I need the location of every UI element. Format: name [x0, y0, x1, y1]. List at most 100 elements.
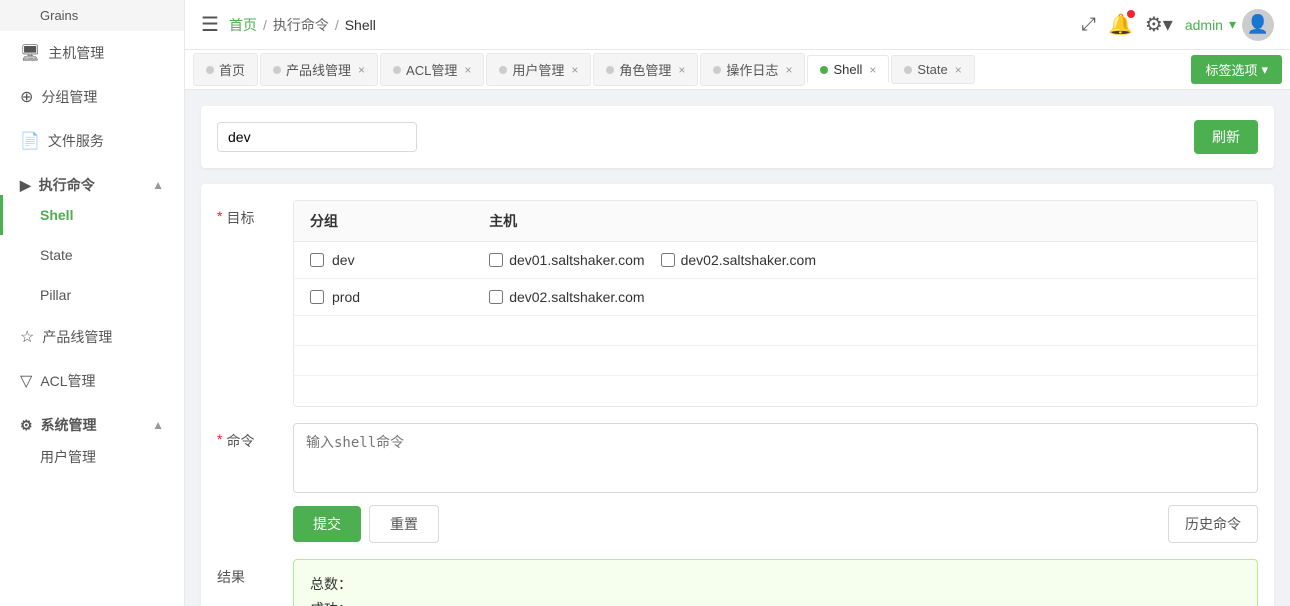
notification-icon[interactable]: 🔔 [1108, 12, 1133, 37]
tab-close-shell[interactable]: × [869, 63, 876, 77]
sidebar: Grains 🖥 主机管理 ⊕ 分组管理 📄 文件服务 ▶ 执行命令 ▲ She… [0, 0, 185, 606]
sidebar-item-sys-mgmt[interactable]: ⚙ 系统管理 ▲ [0, 403, 184, 435]
user-dropdown-icon: ▾ [1229, 16, 1236, 33]
command-input[interactable] [293, 423, 1258, 493]
notification-dot [1127, 10, 1135, 18]
empty-cell-5 [294, 376, 473, 406]
exec-cmd-icon: ▶ [20, 177, 31, 194]
sidebar-sub-exec: Shell State Pillar [0, 195, 184, 315]
main-area: ☰ 首页 / 执行命令 / Shell ⤢ 🔔 ⚙▾ admin ▾ 👤 [185, 0, 1290, 606]
tabs-bar: 首页 产品线管理 × ACL管理 × 用户管理 × 角色管理 × 操作日志 × [185, 50, 1290, 90]
tab-dot-shell [820, 66, 828, 74]
tab-oplog[interactable]: 操作日志 × [700, 53, 805, 86]
submit-button[interactable]: 提交 [293, 506, 361, 542]
results-total: 总数： [310, 572, 1241, 597]
table-row-empty-2 [294, 346, 1257, 376]
refresh-button[interactable]: 刷新 [1194, 120, 1258, 154]
sidebar-item-host-mgmt[interactable]: 🖥 主机管理 [0, 31, 184, 75]
sidebar-item-exec-cmd[interactable]: ▶ 执行命令 ▲ [0, 163, 184, 195]
command-section: * 命令 [217, 423, 1258, 493]
username-label: admin [1185, 17, 1223, 33]
tab-user[interactable]: 用户管理 × [486, 53, 591, 86]
empty-cell-6 [473, 376, 1257, 406]
sidebar-item-product-mgmt[interactable]: ☆ 产品线管理 [0, 315, 184, 359]
tags-dropdown-icon: ▾ [1261, 62, 1268, 78]
breadcrumb-current: Shell [345, 17, 376, 33]
required-star-cmd: * [217, 431, 222, 447]
tab-dot-user [499, 66, 507, 74]
fullscreen-icon[interactable]: ⤢ [1082, 14, 1096, 35]
sidebar-item-pillar[interactable]: Pillar [0, 275, 184, 315]
tags-select-button[interactable]: 标签选项 ▾ [1191, 55, 1282, 84]
tab-close-product[interactable]: × [358, 63, 365, 77]
command-label: * 命令 [217, 423, 277, 451]
results-label: 结果 [217, 559, 277, 587]
settings-deploy-icon[interactable]: ⚙▾ [1145, 12, 1173, 37]
target-label: * 目标 [217, 200, 277, 407]
tab-home[interactable]: 首页 [193, 53, 258, 86]
sidebar-sub-sys: 用户管理 [0, 435, 184, 479]
sys-mgmt-toggle-icon: ▲ [152, 418, 164, 432]
tab-dot-oplog [713, 66, 721, 74]
search-input[interactable] [217, 122, 417, 152]
target-table: 分组 主机 dev [294, 201, 1257, 406]
tab-state[interactable]: State × [891, 55, 974, 84]
tab-close-state[interactable]: × [955, 63, 962, 77]
tab-acl[interactable]: ACL管理 × [380, 53, 484, 86]
tab-close-user[interactable]: × [571, 63, 578, 77]
empty-cell-3 [294, 346, 473, 376]
sidebar-item-acl-mgmt[interactable]: ▽ ACL管理 [0, 359, 184, 403]
table-row: prod dev02.saltshaker.com [294, 279, 1257, 316]
tab-dot-acl [393, 66, 401, 74]
tab-dot-role [606, 66, 614, 74]
group-mgmt-icon: ⊕ [20, 87, 33, 107]
results-section: 结果 总数： 成功： 失败： [217, 559, 1258, 606]
checkbox-prod[interactable] [310, 290, 324, 304]
hamburger-icon[interactable]: ☰ [201, 12, 219, 37]
target-section: * 目标 分组 主机 [217, 200, 1258, 407]
avatar: 👤 [1242, 9, 1274, 41]
host-mgmt-icon: 🖥 [20, 43, 40, 63]
sidebar-item-file-service[interactable]: 📄 文件服务 [0, 119, 184, 163]
empty-cell-2 [473, 316, 1257, 346]
topbar-right: ⤢ 🔔 ⚙▾ admin ▾ 👤 [1082, 9, 1274, 41]
empty-cell-1 [294, 316, 473, 346]
sidebar-item-state[interactable]: State [0, 235, 184, 275]
form-card: * 目标 分组 主机 [201, 184, 1274, 606]
checkbox-dev02-dev[interactable] [661, 253, 675, 267]
checkbox-dev02-prod[interactable] [489, 290, 503, 304]
sidebar-item-shell[interactable]: Shell [0, 195, 184, 235]
tab-close-role[interactable]: × [678, 63, 685, 77]
sidebar-item-user-mgmt[interactable]: 用户管理 [0, 435, 184, 479]
checkbox-dev01[interactable] [489, 253, 503, 267]
target-table-wrap: 分组 主机 dev [293, 200, 1258, 407]
topbar: ☰ 首页 / 执行命令 / Shell ⤢ 🔔 ⚙▾ admin ▾ 👤 [185, 0, 1290, 50]
search-row: 刷新 [201, 106, 1274, 168]
breadcrumb: 首页 / 执行命令 / Shell [229, 15, 376, 35]
checkbox-dev[interactable] [310, 253, 324, 267]
tab-close-acl[interactable]: × [464, 63, 471, 77]
tab-product[interactable]: 产品线管理 × [260, 53, 378, 86]
tab-close-oplog[interactable]: × [785, 63, 792, 77]
history-button[interactable]: 历史命令 [1168, 505, 1258, 543]
table-cell-group-dev: dev [294, 242, 473, 279]
col-host: 主机 [473, 201, 1257, 242]
results-success: 成功： [310, 597, 1241, 606]
buttons-row: 提交 重置 历史命令 [217, 505, 1258, 543]
col-group: 分组 [294, 201, 473, 242]
content-area: 刷新 * 目标 分组 主机 [185, 90, 1290, 606]
table-cell-group-prod: prod [294, 279, 473, 316]
tab-role[interactable]: 角色管理 × [593, 53, 698, 86]
sidebar-item-grains[interactable]: Grains [0, 0, 184, 31]
tab-shell[interactable]: Shell × [807, 55, 889, 84]
table-row: dev dev01.saltshaker.com [294, 242, 1257, 279]
table-row-empty-1 [294, 316, 1257, 346]
user-info[interactable]: admin ▾ 👤 [1185, 9, 1274, 41]
tab-dot-state [904, 66, 912, 74]
tab-dot-product [273, 66, 281, 74]
required-star: * [217, 208, 222, 224]
empty-cell-4 [473, 346, 1257, 376]
breadcrumb-sep1: / [263, 17, 267, 33]
reset-button[interactable]: 重置 [369, 505, 439, 543]
sidebar-item-group-mgmt[interactable]: ⊕ 分组管理 [0, 75, 184, 119]
